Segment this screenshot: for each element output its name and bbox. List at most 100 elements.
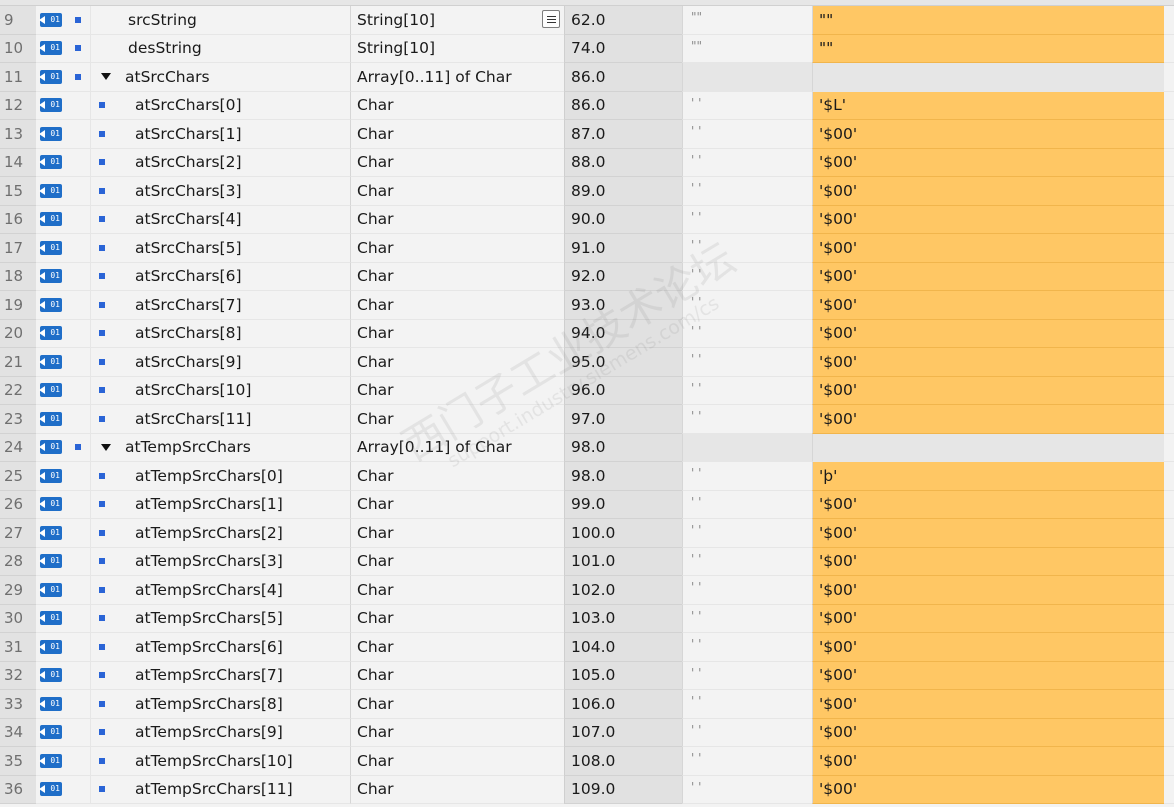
- collapse-triangle-icon[interactable]: [101, 443, 111, 451]
- data-type-cell[interactable]: String[10]: [350, 34, 564, 63]
- start-value-cell[interactable]: ' ': [682, 547, 812, 576]
- start-value-cell[interactable]: ' ': [682, 205, 812, 234]
- table-row[interactable]: 17 01 atSrcChars[5] Char 91.0 ' ' '$00': [0, 234, 1174, 263]
- monitor-value-cell[interactable]: '$00': [812, 576, 1164, 605]
- table-row[interactable]: 21 01 atSrcChars[9] Char 95.0 ' ' '$00': [0, 348, 1174, 377]
- name-cell[interactable]: atTempSrcChars[9]: [90, 718, 350, 747]
- data-type-cell[interactable]: Char: [350, 376, 564, 405]
- table-row[interactable]: 31 01 atTempSrcChars[6] Char 104.0 ' ' '…: [0, 633, 1174, 662]
- start-value-cell[interactable]: ' ': [682, 604, 812, 633]
- monitor-value-cell[interactable]: '$00': [812, 376, 1164, 405]
- data-type-cell[interactable]: Char: [350, 91, 564, 120]
- name-cell[interactable]: atTempSrcChars[10]: [90, 747, 350, 776]
- data-type-cell[interactable]: Char: [350, 148, 564, 177]
- table-row[interactable]: 14 01 atSrcChars[2] Char 88.0 ' ' '$00': [0, 148, 1174, 177]
- data-type-cell[interactable]: Char: [350, 234, 564, 263]
- data-type-cell[interactable]: Char: [350, 576, 564, 605]
- table-row[interactable]: 35 01 atTempSrcChars[10] Char 108.0 ' ' …: [0, 747, 1174, 776]
- data-type-cell[interactable]: Char: [350, 291, 564, 320]
- table-row[interactable]: 16 01 atSrcChars[4] Char 90.0 ' ' '$00': [0, 205, 1174, 234]
- monitor-value-cell[interactable]: '$00': [812, 120, 1164, 149]
- monitor-value-cell[interactable]: '$00': [812, 148, 1164, 177]
- monitor-value-cell[interactable]: "": [812, 6, 1164, 35]
- name-cell[interactable]: atSrcChars[10]: [90, 376, 350, 405]
- table-row[interactable]: 23 01 atSrcChars[11] Char 97.0 ' ' '$00': [0, 405, 1174, 434]
- monitor-value-cell[interactable]: '$00': [812, 205, 1164, 234]
- start-value-cell[interactable]: ' ': [682, 120, 812, 149]
- monitor-value-cell[interactable]: '$00': [812, 262, 1164, 291]
- monitor-value-cell[interactable]: 'þ': [812, 462, 1164, 491]
- start-value-cell[interactable]: ' ': [682, 262, 812, 291]
- table-row[interactable]: 18 01 atSrcChars[6] Char 92.0 ' ' '$00': [0, 262, 1174, 291]
- start-value-cell[interactable]: ' ': [682, 519, 812, 548]
- monitor-value-cell[interactable]: '$00': [812, 490, 1164, 519]
- start-value-cell[interactable]: [682, 63, 812, 92]
- table-row[interactable]: 32 01 atTempSrcChars[7] Char 105.0 ' ' '…: [0, 661, 1174, 690]
- start-value-cell[interactable]: ' ': [682, 177, 812, 206]
- name-cell[interactable]: desString: [90, 34, 350, 63]
- name-cell[interactable]: atSrcChars[11]: [90, 405, 350, 434]
- data-type-cell[interactable]: Char: [350, 319, 564, 348]
- start-value-cell[interactable]: ' ': [682, 633, 812, 662]
- name-cell[interactable]: atSrcChars: [90, 63, 350, 92]
- data-type-cell[interactable]: Char: [350, 690, 564, 719]
- data-type-cell[interactable]: Array[0..11] of Char: [350, 63, 564, 92]
- monitor-value-cell[interactable]: '$00': [812, 319, 1164, 348]
- name-cell[interactable]: atTempSrcChars: [90, 433, 350, 462]
- collapse-triangle-icon[interactable]: [101, 73, 111, 81]
- name-cell[interactable]: atSrcChars[5]: [90, 234, 350, 263]
- data-type-cell[interactable]: Char: [350, 604, 564, 633]
- start-value-cell[interactable]: ' ': [682, 348, 812, 377]
- data-type-cell[interactable]: Char: [350, 462, 564, 491]
- list-icon[interactable]: [542, 10, 560, 28]
- name-cell[interactable]: srcString: [90, 6, 350, 35]
- name-cell[interactable]: atSrcChars[1]: [90, 120, 350, 149]
- data-type-cell[interactable]: Char: [350, 262, 564, 291]
- start-value-cell[interactable]: ' ': [682, 576, 812, 605]
- monitor-value-cell[interactable]: '$L': [812, 91, 1164, 120]
- monitor-value-cell[interactable]: '$00': [812, 747, 1164, 776]
- start-value-cell[interactable]: ' ': [682, 234, 812, 263]
- start-value-cell[interactable]: ' ': [682, 661, 812, 690]
- start-value-cell[interactable]: ' ': [682, 690, 812, 719]
- monitor-value-cell[interactable]: '$00': [812, 775, 1164, 804]
- data-type-cell[interactable]: Char: [350, 405, 564, 434]
- table-row[interactable]: 27 01 atTempSrcChars[2] Char 100.0 ' ' '…: [0, 519, 1174, 548]
- monitor-value-cell[interactable]: '$00': [812, 291, 1164, 320]
- table-row[interactable]: 15 01 atSrcChars[3] Char 89.0 ' ' '$00': [0, 177, 1174, 206]
- data-type-cell[interactable]: Char: [350, 120, 564, 149]
- data-type-cell[interactable]: Char: [350, 775, 564, 804]
- table-row[interactable]: 29 01 atTempSrcChars[4] Char 102.0 ' ' '…: [0, 576, 1174, 605]
- name-cell[interactable]: atTempSrcChars[8]: [90, 690, 350, 719]
- name-cell[interactable]: atTempSrcChars[11]: [90, 775, 350, 804]
- data-type-cell[interactable]: Char: [350, 490, 564, 519]
- name-cell[interactable]: atTempSrcChars[2]: [90, 519, 350, 548]
- table-row[interactable]: 10 01 desString String[10] 74.0 "" "": [0, 34, 1174, 63]
- data-type-cell[interactable]: Array[0..11] of Char: [350, 433, 564, 462]
- start-value-cell[interactable]: ' ': [682, 376, 812, 405]
- table-row[interactable]: 12 01 atSrcChars[0] Char 86.0 ' ' '$L': [0, 91, 1174, 120]
- table-row[interactable]: 33 01 atTempSrcChars[8] Char 106.0 ' ' '…: [0, 690, 1174, 719]
- data-type-cell[interactable]: Char: [350, 747, 564, 776]
- table-row[interactable]: 34 01 atTempSrcChars[9] Char 107.0 ' ' '…: [0, 718, 1174, 747]
- monitor-value-cell[interactable]: "": [812, 34, 1164, 63]
- data-type-cell[interactable]: Char: [350, 519, 564, 548]
- data-type-cell[interactable]: Char: [350, 348, 564, 377]
- name-cell[interactable]: atSrcChars[8]: [90, 319, 350, 348]
- table-row[interactable]: 19 01 atSrcChars[7] Char 93.0 ' ' '$00': [0, 291, 1174, 320]
- monitor-value-cell[interactable]: '$00': [812, 234, 1164, 263]
- monitor-value-cell[interactable]: '$00': [812, 718, 1164, 747]
- monitor-value-cell[interactable]: '$00': [812, 348, 1164, 377]
- name-cell[interactable]: atTempSrcChars[1]: [90, 490, 350, 519]
- monitor-value-cell[interactable]: '$00': [812, 405, 1164, 434]
- name-cell[interactable]: atSrcChars[9]: [90, 348, 350, 377]
- name-cell[interactable]: atTempSrcChars[6]: [90, 633, 350, 662]
- monitor-value-cell[interactable]: '$00': [812, 547, 1164, 576]
- table-row[interactable]: 11 01 atSrcChars Array[0..11] of Char 86…: [0, 63, 1174, 92]
- monitor-value-cell[interactable]: '$00': [812, 604, 1164, 633]
- start-value-cell[interactable]: "": [682, 34, 812, 63]
- table-row[interactable]: 25 01 atTempSrcChars[0] Char 98.0 ' ' 'þ…: [0, 462, 1174, 491]
- table-row[interactable]: 30 01 atTempSrcChars[5] Char 103.0 ' ' '…: [0, 604, 1174, 633]
- data-type-cell[interactable]: Char: [350, 633, 564, 662]
- name-cell[interactable]: atTempSrcChars[0]: [90, 462, 350, 491]
